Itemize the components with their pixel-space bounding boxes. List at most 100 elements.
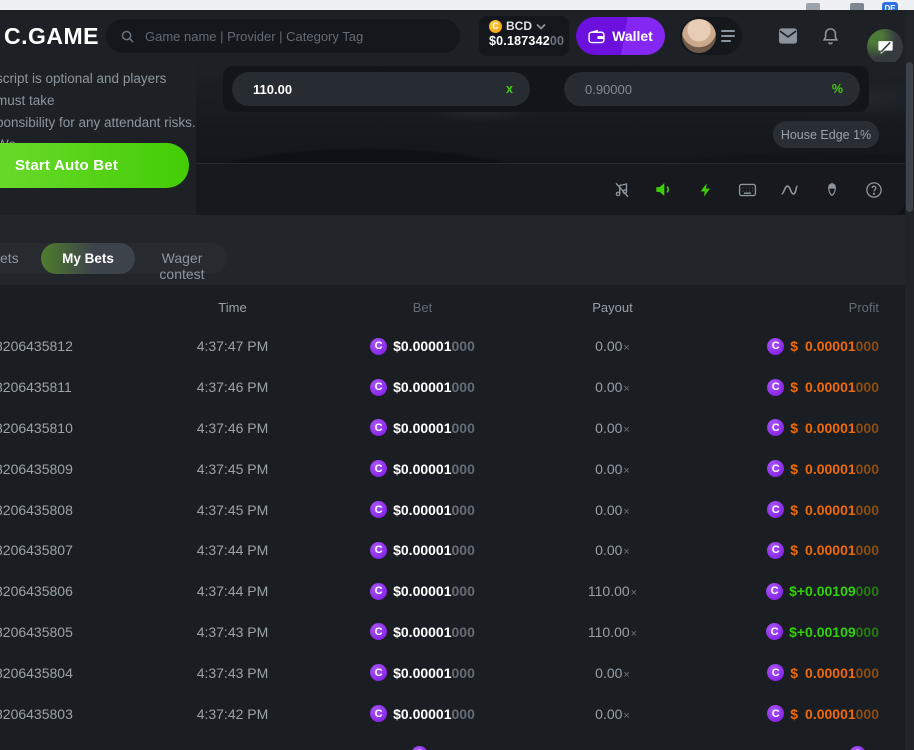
bet-time: 4:37:47 PM <box>120 338 345 354</box>
bcd-coin-icon: C <box>766 583 783 600</box>
bet-time: 4:37:45 PM <box>120 502 345 518</box>
chat-button[interactable] <box>867 29 903 65</box>
tab-all-bets[interactable]: ets <box>0 250 19 266</box>
multiplier-suffix: × <box>623 506 629 518</box>
search-input[interactable] <box>143 28 446 45</box>
table-row[interactable]: 8206435803 4:37:42 PM C$0.00001000 0.00×… <box>0 693 905 734</box>
bet-control-panel: script is optional and players must take… <box>0 62 196 215</box>
table-row[interactable]: 8206435807 4:37:44 PM C$0.00001000 0.00×… <box>0 530 905 571</box>
chat-icon <box>876 38 895 57</box>
bell-icon <box>821 26 840 46</box>
header-payout: Payout <box>500 300 725 315</box>
user-avatar[interactable] <box>682 19 716 53</box>
multiplier-suffix: × <box>623 669 629 681</box>
bcd-coin-icon: C <box>370 419 387 436</box>
profile-menu[interactable] <box>680 17 742 55</box>
table-row[interactable]: C C <box>0 734 905 750</box>
header-profit: Profit <box>725 300 905 315</box>
multiplier-suffix: × <box>623 710 629 722</box>
bcd-coin-icon: C <box>767 501 784 518</box>
notifications-button[interactable] <box>821 10 840 62</box>
bet-time: 4:37:44 PM <box>120 583 345 599</box>
music-off-button[interactable] <box>612 180 631 199</box>
payout-cell: 0.00× <box>500 665 725 681</box>
table-row[interactable]: 8206435806 4:37:44 PM C$0.00001000 110.0… <box>0 571 905 612</box>
win-chance-input[interactable] <box>564 82 860 97</box>
game-search-bar[interactable] <box>106 19 460 53</box>
browser-extension-icon[interactable] <box>806 3 820 10</box>
house-edge-badge[interactable]: House Edge 1% <box>773 121 879 148</box>
scrollbar[interactable] <box>905 10 914 750</box>
bcd-coin-icon: C <box>370 379 387 396</box>
payout-cell: 110.00× <box>500 583 725 599</box>
bcd-coin-icon: C <box>370 664 387 681</box>
bet-id: 8206435810 <box>0 420 120 436</box>
bet-time: 4:37:45 PM <box>120 461 345 477</box>
mail-icon <box>777 27 799 45</box>
game-inputs-bar: x % <box>223 66 869 112</box>
multiplier-suffix: × <box>623 465 629 477</box>
seeds-button[interactable] <box>822 180 841 199</box>
bet-amount-cell: C$0.00001000 <box>345 419 500 436</box>
bcd-coin-icon: C <box>767 542 784 559</box>
bet-time: 4:37:46 PM <box>120 379 345 395</box>
keyboard-icon <box>738 182 757 198</box>
profit-cell: C$0.00001000 <box>725 419 905 436</box>
payout-cell <box>500 746 725 750</box>
bet-time: 4:37:44 PM <box>120 542 345 558</box>
profit-cell: C$+0.00109000 <box>725 623 905 640</box>
multiplier-suffix: × <box>631 628 637 640</box>
bet-id: 8206435812 <box>0 338 120 354</box>
payout-cell: 0.00× <box>500 420 725 436</box>
help-button[interactable] <box>864 180 883 199</box>
table-row[interactable]: 8206435810 4:37:46 PM C$0.00001000 0.00×… <box>0 408 905 449</box>
chevron-down-icon <box>536 23 546 30</box>
bcd-coin-icon: C <box>767 460 784 477</box>
tab-my-bets[interactable]: My Bets <box>41 243 135 274</box>
site-logo[interactable]: C.GAME <box>4 23 99 50</box>
bcd-coin-icon: C <box>370 705 387 722</box>
scrollbar-thumb[interactable] <box>906 62 913 212</box>
bet-amount-cell: C$0.00001000 <box>345 705 500 722</box>
trend-wave-icon <box>780 182 799 198</box>
start-auto-bet-button[interactable]: Start Auto Bet <box>0 143 189 188</box>
wallet-balance: $0.18734200 <box>489 34 569 48</box>
browser-extension-icon[interactable] <box>850 3 864 10</box>
multiplier-suffix: × <box>623 342 629 354</box>
bcd-coin-icon: C <box>767 664 784 681</box>
table-row[interactable]: 8206435809 4:37:45 PM C$0.00001000 0.00×… <box>0 448 905 489</box>
speaker-icon <box>654 180 673 199</box>
bet-amount-cell: C$0.00001000 <box>345 338 500 355</box>
profit-cell: C$0.00001000 <box>725 338 905 355</box>
header-bet-id <box>0 300 120 315</box>
tab-wager-contest[interactable]: Wager contest <box>139 250 225 282</box>
payout-cell: 0.00× <box>500 502 725 518</box>
multiplier-x-suffix: x <box>506 82 513 96</box>
browser-chrome-strip: DE <box>0 0 914 10</box>
multiplier-suffix: × <box>623 383 629 395</box>
bcd-coin-icon: C <box>370 460 387 477</box>
music-off-icon <box>613 181 631 199</box>
table-row[interactable]: 8206435811 4:37:46 PM C$0.00001000 0.00×… <box>0 367 905 408</box>
table-row[interactable]: 8206435812 4:37:47 PM C$0.00001000 0.00×… <box>0 326 905 367</box>
currency-selector[interactable]: C BCD $0.18734200 <box>479 16 569 56</box>
turbo-button[interactable] <box>696 180 715 199</box>
table-row[interactable]: 8206435808 4:37:45 PM C$0.00001000 0.00×… <box>0 489 905 530</box>
hotkeys-button[interactable] <box>738 180 757 199</box>
bet-amount-cell: C$0.00001000 <box>345 460 500 477</box>
table-row[interactable]: 8206435805 4:37:43 PM C$0.00001000 110.0… <box>0 612 905 653</box>
payout-cell: 0.00× <box>500 379 725 395</box>
bets-tabs: ets My Bets Wager contest <box>0 243 227 274</box>
wallet-button[interactable]: Wallet <box>576 17 665 55</box>
live-stats-button[interactable] <box>780 180 799 199</box>
bcd-coin-icon: C <box>411 746 428 750</box>
sound-on-button[interactable] <box>654 180 673 199</box>
bcd-coin-icon: C <box>489 20 502 33</box>
payout-multiplier-input[interactable] <box>232 82 530 97</box>
messages-button[interactable] <box>777 10 799 62</box>
bet-id: 8206435811 <box>0 379 120 395</box>
table-row[interactable]: 8206435804 4:37:43 PM C$0.00001000 0.00×… <box>0 652 905 693</box>
browser-extension-de-badge[interactable]: DE <box>882 2 898 10</box>
bet-time: 4:37:43 PM <box>120 624 345 640</box>
bet-time: 4:37:43 PM <box>120 665 345 681</box>
